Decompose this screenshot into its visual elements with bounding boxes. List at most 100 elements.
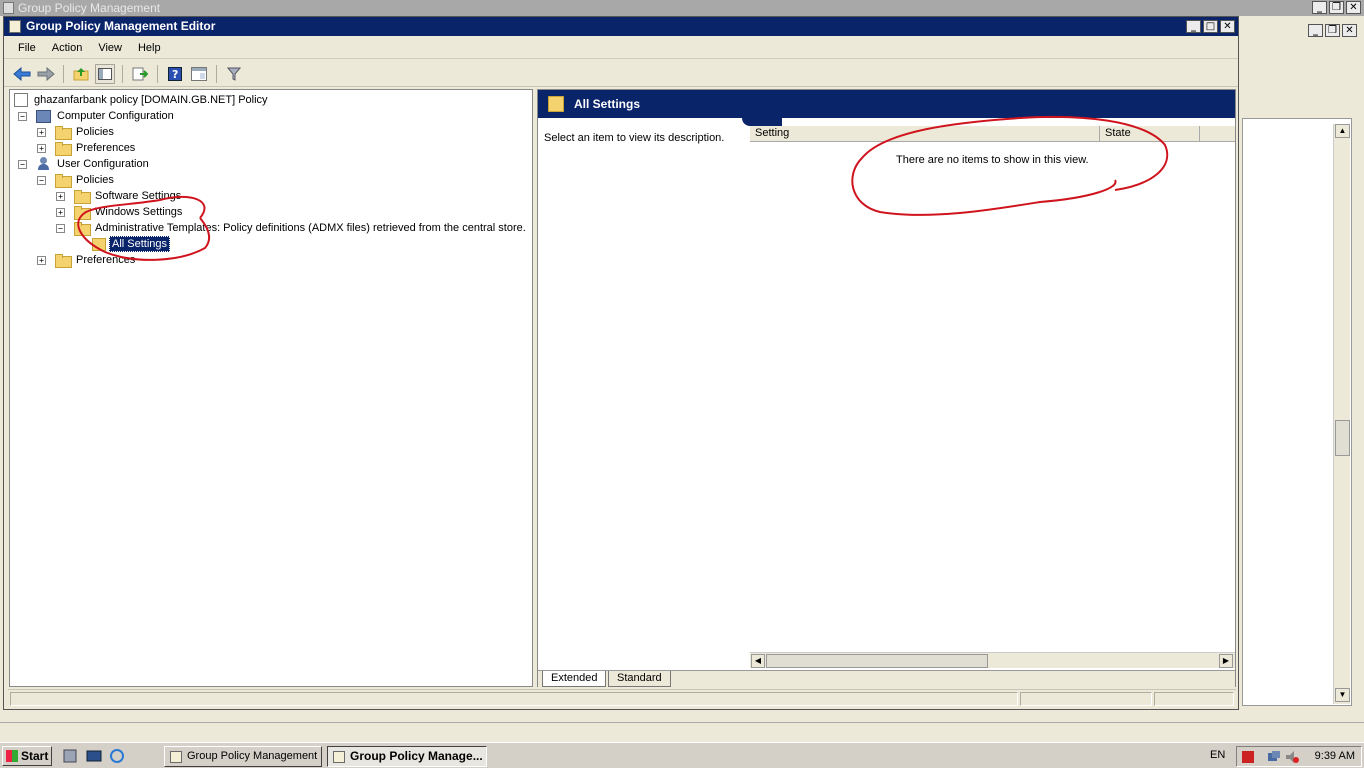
clock[interactable]: 9:39 AM xyxy=(1315,750,1355,762)
background-status-bar xyxy=(0,722,1364,741)
status-segment xyxy=(1020,692,1152,706)
scroll-left-icon[interactable]: ◀ xyxy=(751,654,765,668)
tree-label-selected: All Settings xyxy=(109,236,171,252)
vertical-scrollbar[interactable]: ▲ ▼ xyxy=(1333,124,1350,704)
tree-node-windows-settings[interactable]: + Windows Settings xyxy=(56,204,184,220)
tab-standard[interactable]: Standard xyxy=(608,671,671,687)
background-titlebar[interactable]: Group Policy Management xyxy=(0,0,1364,16)
taskbar-button-label: Group Policy Management xyxy=(187,750,318,762)
up-folder-icon[interactable] xyxy=(71,64,91,84)
back-icon[interactable] xyxy=(12,64,32,84)
details-title: All Settings xyxy=(574,97,641,111)
tree-node-cc-preferences[interactable]: + Preferences xyxy=(37,140,137,156)
tree-label: Administrative Templates: Policy definit… xyxy=(95,222,526,234)
menu-file[interactable]: File xyxy=(10,42,44,54)
start-button[interactable]: Start xyxy=(2,746,52,766)
child-minimize-button[interactable]: _ xyxy=(1308,24,1323,37)
horizontal-scrollbar[interactable]: ◀ ▶ xyxy=(750,652,1235,668)
language-indicator[interactable]: EN xyxy=(1210,749,1225,761)
folder-icon xyxy=(55,142,72,156)
tree-node-all-settings[interactable]: All Settings xyxy=(92,236,171,252)
taskbar: Start Group Policy Management Group Poli… xyxy=(0,742,1364,768)
console-tree: ghazanfarbank policy [DOMAIN.GB.NET] Pol… xyxy=(9,89,533,687)
details-header: All Settings xyxy=(538,90,1235,118)
tree-node-computer-configuration[interactable]: − Computer Configuration xyxy=(18,108,176,124)
empty-list-message: There are no items to show in this view. xyxy=(896,154,1089,166)
expand-icon[interactable]: + xyxy=(56,191,65,201)
list-column-headers: Setting State xyxy=(750,126,1235,142)
filter-icon[interactable] xyxy=(224,64,244,84)
expand-icon[interactable]: + xyxy=(37,127,46,137)
tree-node-cc-policies[interactable]: + Policies xyxy=(37,124,116,140)
volume-muted-icon[interactable] xyxy=(1285,750,1299,764)
tree-label: Preferences xyxy=(76,254,136,266)
editor-close-button[interactable]: ✕ xyxy=(1220,20,1235,33)
help-icon[interactable]: ? xyxy=(165,64,185,84)
antivirus-icon[interactable] xyxy=(1241,750,1255,764)
tree-label: Policies xyxy=(76,126,114,138)
forward-icon[interactable] xyxy=(36,64,56,84)
tab-extended[interactable]: Extended xyxy=(542,671,607,687)
gpme-app-icon xyxy=(9,20,21,33)
child-close-button[interactable]: ✕ xyxy=(1342,24,1357,37)
editor-window-controls: _ □ ✕ xyxy=(1186,20,1235,33)
toolbar-separator xyxy=(216,64,217,83)
editor-maximize-button[interactable]: □ xyxy=(1203,20,1218,33)
restore-button[interactable]: ❐ xyxy=(1329,1,1344,14)
editor-window: Group Policy Management Editor _ □ ✕ Fil… xyxy=(3,16,1239,710)
taskbar-button-label: Group Policy Manage... xyxy=(350,749,483,763)
svg-text:?: ? xyxy=(172,68,178,81)
taskbar-button-gpme[interactable]: Group Policy Manage... xyxy=(327,746,487,767)
editor-minimize-button[interactable]: _ xyxy=(1186,20,1201,33)
scroll-down-icon[interactable]: ▼ xyxy=(1335,688,1350,702)
folder-icon xyxy=(55,126,72,140)
column-header-setting[interactable]: Setting xyxy=(750,126,1100,142)
editor-status-bar xyxy=(8,689,1236,707)
internet-explorer-icon[interactable] xyxy=(109,749,125,763)
tree-node-user-configuration[interactable]: − User Configuration xyxy=(18,156,151,172)
close-button[interactable]: ✕ xyxy=(1346,1,1361,14)
minimize-button[interactable]: _ xyxy=(1312,1,1327,14)
show-hide-tree-icon[interactable] xyxy=(95,63,115,84)
tree-node-software-settings[interactable]: + Software Settings xyxy=(56,188,183,204)
menu-action[interactable]: Action xyxy=(44,42,91,54)
expand-icon[interactable]: + xyxy=(37,255,46,265)
gpm-app-icon xyxy=(3,2,14,14)
server-manager-icon[interactable] xyxy=(62,749,78,763)
expand-icon[interactable]: + xyxy=(37,143,46,153)
properties-icon[interactable] xyxy=(189,64,209,84)
tree-node-uc-preferences[interactable]: + Preferences xyxy=(37,252,137,268)
collapse-icon[interactable]: − xyxy=(18,159,27,169)
collapse-icon[interactable]: − xyxy=(37,175,46,185)
scroll-right-icon[interactable]: ▶ xyxy=(1219,654,1233,668)
tree-node-uc-policies[interactable]: − Policies xyxy=(37,172,116,188)
collapse-icon[interactable]: − xyxy=(18,111,27,121)
tree-label: ghazanfarbank policy [DOMAIN.GB.NET] Pol… xyxy=(34,94,268,106)
powershell-icon[interactable] xyxy=(86,749,102,763)
column-header-state[interactable]: State xyxy=(1100,126,1200,142)
tree-node-administrative-templates[interactable]: − Administrative Templates: Policy defin… xyxy=(56,220,528,236)
status-segment xyxy=(1154,692,1234,706)
computer-icon xyxy=(36,109,51,123)
scroll-thumb[interactable] xyxy=(766,654,988,668)
editor-titlebar[interactable]: Group Policy Management Editor xyxy=(4,17,1238,36)
scroll-up-icon[interactable]: ▲ xyxy=(1335,124,1350,138)
export-list-icon[interactable] xyxy=(130,64,150,84)
policy-document-icon xyxy=(14,93,28,107)
folder-icon xyxy=(74,206,91,220)
folder-icon xyxy=(55,254,72,268)
menu-view[interactable]: View xyxy=(90,42,130,54)
collapse-icon[interactable]: − xyxy=(56,223,65,233)
child-restore-button[interactable]: ❐ xyxy=(1325,24,1340,37)
network-icon[interactable] xyxy=(1267,750,1281,764)
tree-label: Preferences xyxy=(76,142,136,154)
tree-node-root[interactable]: ghazanfarbank policy [DOMAIN.GB.NET] Pol… xyxy=(14,92,270,108)
expand-icon[interactable]: + xyxy=(56,207,65,217)
all-settings-icon xyxy=(548,96,564,112)
gpm-app-icon xyxy=(170,751,182,763)
taskbar-button-gpm[interactable]: Group Policy Management xyxy=(164,746,322,767)
column-header-extra[interactable] xyxy=(1200,126,1235,142)
scroll-thumb[interactable] xyxy=(1335,420,1350,456)
toolbar-separator xyxy=(157,64,158,83)
menu-help[interactable]: Help xyxy=(130,42,169,54)
